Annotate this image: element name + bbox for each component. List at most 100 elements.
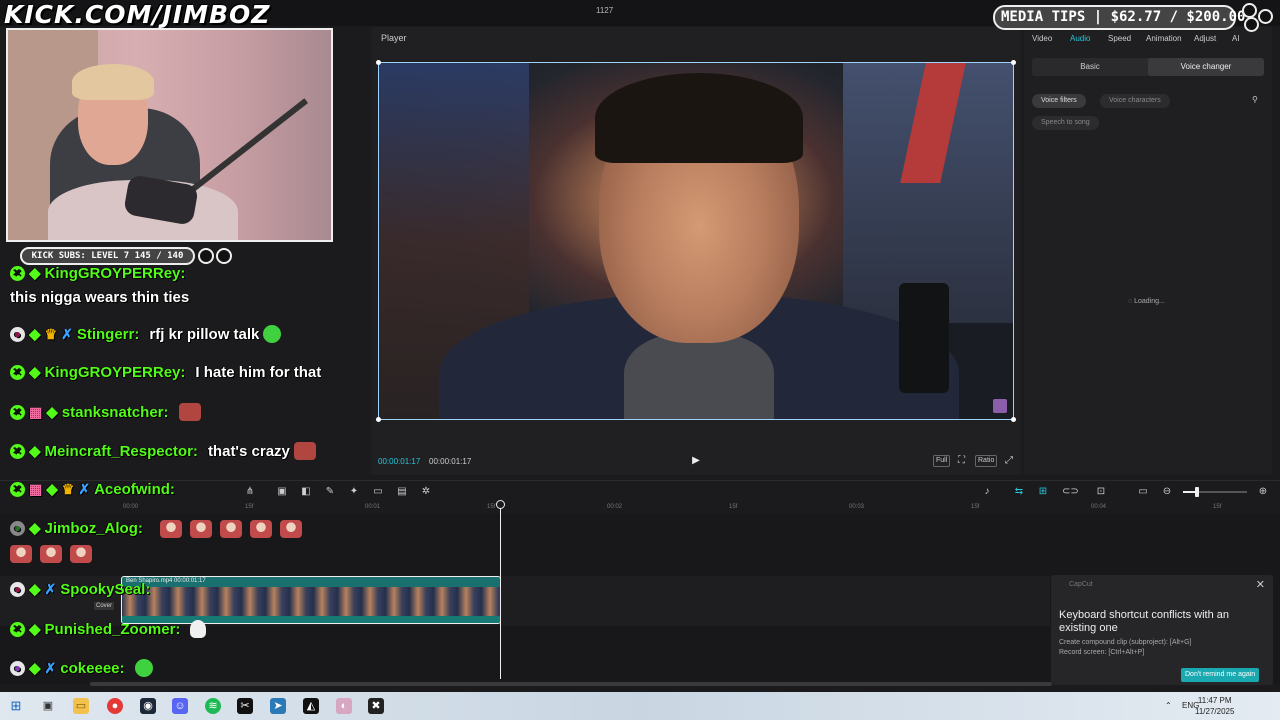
timeline-scrollbar[interactable] xyxy=(90,682,1052,686)
microphone-icon[interactable]: ♪ xyxy=(981,486,993,498)
audio-segment-control: Basic Voice changer xyxy=(1032,58,1264,76)
chat-message: ✕ ◆ KingGROYPERRey: I hate him for that xyxy=(10,364,321,381)
chat-message: ● ◆ ✗ cokeeee: xyxy=(10,659,153,677)
channel-logo-icon xyxy=(1240,3,1276,33)
close-icon[interactable]: ✕ xyxy=(1256,578,1265,591)
discord-icon[interactable]: ☺ xyxy=(172,698,188,714)
gift-badge-icon: ▦ xyxy=(29,481,43,497)
resize-handle-tl[interactable] xyxy=(376,60,381,65)
screen-icon[interactable]: ▭ xyxy=(372,486,384,498)
emote-icon xyxy=(70,545,92,563)
clock-time: 11:47 PM xyxy=(1197,696,1232,705)
player-controls: 00:00:01:17 00:00:01:17 ▶ Full ⛶ Ratio ⤢ xyxy=(371,452,1021,472)
capcut-icon[interactable]: ✂ xyxy=(237,698,253,714)
emote-icon xyxy=(293,442,316,460)
chip-speech-to-song[interactable]: Speech to song xyxy=(1032,116,1099,130)
emote-row xyxy=(10,545,92,563)
mirror-icon[interactable]: ◧ xyxy=(300,486,312,498)
app-icon[interactable]: ◐ xyxy=(336,698,352,714)
playhead-handle[interactable] xyxy=(496,500,505,509)
full-button[interactable]: Full xyxy=(933,455,951,467)
tab-audio[interactable]: Audio xyxy=(1070,34,1108,43)
diamond-badge-icon: ◆ xyxy=(29,581,41,598)
sword-badge-icon: ✗ xyxy=(61,325,73,342)
chat-message: ✕ ◆ Meincraft_Respector: that's crazy xyxy=(10,442,316,460)
spotify-icon[interactable]: ≋ xyxy=(205,698,221,714)
chat-username: cokeeee: xyxy=(60,659,125,677)
ratio-button[interactable]: Ratio xyxy=(975,455,998,467)
cover-label[interactable]: Cover xyxy=(94,602,115,610)
ruler-tick: 00:03 xyxy=(849,504,865,510)
notification-toast: CapCut ✕ Keyboard shortcut conflicts wit… xyxy=(1051,575,1273,685)
taskbar: ⊞ ▣ ▭ ● ◉ ☺ ≋ ✂ ➤ ◭ ◐ ✖ ⌃ ENG 11:47 PM 1… xyxy=(0,692,1280,720)
crown-badge-icon: ♛ xyxy=(61,481,75,497)
link-icon[interactable]: ⇆ xyxy=(1013,486,1025,498)
loading-indicator: ◌ Loading... xyxy=(1128,298,1165,305)
filter-icon[interactable]: ⚲ xyxy=(1252,94,1264,106)
settings-icon[interactable]: ✲ xyxy=(420,486,432,498)
emote-icon xyxy=(160,520,182,538)
chat-text: rfj kr pillow talk xyxy=(149,325,260,343)
keyframe-icon[interactable]: ✎ xyxy=(324,486,336,498)
resize-handle-bl[interactable] xyxy=(376,417,381,422)
file-explorer-icon[interactable]: ▭ xyxy=(73,698,89,714)
capcut-icon[interactable]: ✖ xyxy=(368,698,384,714)
video-clip[interactable]: Ben Shapiro.mp4 00:00:01:17 xyxy=(121,576,501,624)
emote-icon xyxy=(250,520,272,538)
play-icon[interactable]: ▶ xyxy=(690,455,702,467)
chip-voice-characters[interactable]: Voice characters xyxy=(1100,94,1170,108)
webcam-feed xyxy=(6,28,333,242)
clock-date: 11/27/2025 xyxy=(1195,707,1235,716)
chat-username: Meincraft_Respector: xyxy=(44,442,198,460)
crop-icon[interactable]: ▣ xyxy=(276,486,288,498)
chip-voice-filters[interactable]: Voice filters xyxy=(1032,94,1086,108)
app-icon[interactable]: ◭ xyxy=(303,698,319,714)
timeline-ruler[interactable]: 00:00 15f 00:01 15f 00:02 15f 00:03 15f … xyxy=(0,502,1280,514)
segment-voice-changer[interactable]: Voice changer xyxy=(1148,58,1264,76)
zoom-slider[interactable] xyxy=(1183,487,1247,497)
magnet-icon[interactable]: ⊞ xyxy=(1037,486,1049,498)
tab-animation[interactable]: Animation xyxy=(1146,34,1194,43)
tab-video[interactable]: Video xyxy=(1032,34,1070,43)
tab-adjust[interactable]: Adjust xyxy=(1194,34,1232,43)
telegram-icon[interactable]: ➤ xyxy=(270,698,286,714)
chat-username: Jimboz_Alog: xyxy=(44,520,143,537)
dont-remind-button[interactable]: Don't remind me again xyxy=(1181,668,1260,682)
tab-ai[interactable]: AI xyxy=(1232,34,1246,43)
zoom-in-icon[interactable]: ⊕ xyxy=(1257,486,1269,498)
split-icon[interactable]: ⋔ xyxy=(244,486,256,498)
chat-username: stanksnatcher: xyxy=(61,403,169,421)
video-preview[interactable] xyxy=(378,62,1014,420)
resize-handle-tr[interactable] xyxy=(1011,60,1016,65)
chain-icon[interactable]: ⊂⊃ xyxy=(1062,486,1079,498)
zoom-out-icon[interactable]: ⊖ xyxy=(1161,486,1173,498)
zoom-slider-knob[interactable] xyxy=(1195,487,1200,497)
steam-icon[interactable]: ◉ xyxy=(140,698,156,714)
windows-start-icon[interactable]: ⊞ xyxy=(8,698,24,714)
task-view-icon[interactable]: ▣ xyxy=(40,698,56,714)
fullscreen-icon[interactable]: ⤢ xyxy=(1003,455,1015,467)
snap-icon[interactable]: ⊡ xyxy=(1095,486,1107,498)
crown-badge-icon: ♛ xyxy=(44,325,58,342)
chrome-icon[interactable]: ● xyxy=(107,698,123,714)
emote-icon xyxy=(280,520,302,538)
verified-badge-icon: ✕ xyxy=(10,365,25,380)
emote-icon xyxy=(190,520,212,538)
chevron-up-icon[interactable]: ⌃ xyxy=(1165,701,1172,710)
video-microphone xyxy=(899,283,949,393)
playhead[interactable] xyxy=(500,503,501,679)
tab-speed[interactable]: Speed xyxy=(1108,34,1146,43)
resize-handle-br[interactable] xyxy=(1011,417,1016,422)
emote-icon xyxy=(220,520,242,538)
transform-icon[interactable]: ▤ xyxy=(396,486,408,498)
magic-icon[interactable]: ✦ xyxy=(348,486,360,498)
ruler-tick: 15f xyxy=(971,504,980,510)
taskbar-clock[interactable]: 11:47 PM 11/27/2025 xyxy=(1195,695,1234,717)
media-tips-goal: MEDIA TIPS | $62.77 / $200.00 xyxy=(993,5,1245,30)
video-person-hair xyxy=(595,73,803,163)
preview-icon[interactable]: ▭ xyxy=(1137,486,1149,498)
segment-basic[interactable]: Basic xyxy=(1032,58,1148,76)
fit-icon[interactable]: ⛶ xyxy=(956,455,967,467)
emote-icon xyxy=(10,545,32,563)
diamond-badge-icon: ◆ xyxy=(46,481,58,498)
